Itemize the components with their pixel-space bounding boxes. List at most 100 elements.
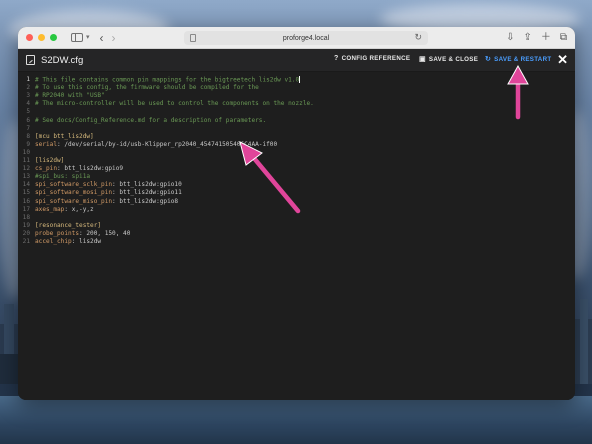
download-icon[interactable]: ⇩	[506, 32, 514, 44]
page-icon	[190, 34, 196, 42]
line-number: 20	[22, 229, 30, 237]
line-number: 19	[22, 221, 30, 229]
line-number: 21	[22, 238, 30, 245]
code-text: axes_map: x,-y,z	[35, 205, 94, 213]
code-text: # The micro-controller will be used to c…	[35, 100, 314, 108]
code-line[interactable]: 9 serial: /dev/serial/by-id/usb-Klipper_r…	[18, 141, 558, 149]
line-number: 4	[26, 100, 30, 108]
new-tab-icon[interactable]: ＋	[541, 32, 551, 44]
line-number: 6	[26, 116, 30, 124]
config-value: btt_lis2dw:gpio11	[115, 189, 182, 197]
tab-overview-icon[interactable]: ⧉	[560, 32, 567, 44]
code-text: # To use this config, the firmware shoul…	[35, 84, 259, 92]
minimize-window-button[interactable]	[38, 34, 45, 41]
line-number: 7	[26, 124, 30, 132]
code-text: #spi_bus: spi1a	[35, 173, 91, 181]
config-value: btt_lis2dw:gpio9	[60, 165, 124, 173]
config-key: spi_software_miso_pin	[35, 197, 113, 205]
line-number: 16	[22, 197, 30, 205]
code-text: serial: /dev/serial/by-id/usb-Klipper_rp…	[35, 140, 278, 148]
line-number: 1	[26, 76, 30, 83]
editor-header: S2DW.cfg ? CONFIG REFERENCE ▣ SAVE & CLO…	[18, 49, 575, 72]
config-key: axes_map	[35, 205, 65, 213]
config-value: btt_lis2dw:gpio8	[115, 197, 179, 205]
code-line[interactable]: 12 cs_pin: btt_lis2dw:gpio9	[18, 165, 558, 173]
config-key: spi_software_sclk_pin	[35, 181, 113, 189]
zoom-window-button[interactable]	[50, 34, 57, 41]
code-text: spi_software_miso_pin: btt_lis2dw:gpio8	[35, 197, 179, 205]
close-window-button[interactable]	[26, 34, 33, 41]
window-controls	[26, 34, 57, 41]
code-line[interactable]: 13 #spi_bus: spi1a	[18, 173, 558, 181]
line-number: 8	[26, 132, 30, 140]
code-line[interactable]: 5	[18, 108, 558, 116]
browser-window: ▾ ‹ › proforge4.local ↻ ⇩ ⇪ ＋ ⧉ S2DW.cfg…	[18, 27, 575, 400]
address-bar[interactable]: proforge4.local ↻	[184, 31, 428, 45]
code-line[interactable]: 18	[18, 214, 558, 222]
back-arrow-icon[interactable]: ‹	[100, 31, 104, 45]
text-cursor	[299, 76, 301, 83]
code-line[interactable]: 7	[18, 125, 558, 133]
share-icon[interactable]: ⇪	[523, 32, 531, 44]
browser-toolbar: ▾ ‹ › proforge4.local ↻ ⇩ ⇪ ＋ ⧉	[18, 27, 575, 49]
line-number: 11	[22, 157, 30, 164]
code-line[interactable]: 15 spi_software_mosi_pin: btt_lis2dw:gpio…	[18, 189, 558, 197]
code-line[interactable]: 3 # RP2040 with "USB"	[18, 92, 558, 100]
code-text: [resonance_tester]	[35, 221, 102, 229]
reload-icon[interactable]: ↻	[414, 32, 422, 43]
config-value: x,-y,z	[68, 205, 94, 213]
code-line[interactable]: 19 [resonance_tester]	[18, 222, 558, 230]
code-text: [lis2dw]	[35, 157, 65, 164]
config-value: /dev/serial/by-id/usb-Klipper_rp2040_454…	[60, 140, 278, 148]
code-line[interactable]: 21 accel_chip: lis2dw	[18, 238, 558, 246]
save-close-label: SAVE & CLOSE	[428, 55, 479, 63]
code-text: [mcu btt_lis2dw]	[35, 132, 94, 140]
code-line[interactable]: 6 # See docs/Config_Reference.md for a de…	[18, 117, 558, 125]
code-text: probe_points: 200, 150, 40	[35, 229, 131, 237]
forward-arrow-icon[interactable]: ›	[112, 31, 116, 45]
save-restart-label: SAVE & RESTART	[494, 55, 552, 63]
close-editor-icon[interactable]: ✕	[557, 52, 568, 68]
code-line[interactable]: 14 spi_software_sclk_pin: btt_lis2dw:gpio…	[18, 181, 558, 189]
address-url: proforge4.local	[282, 34, 330, 42]
config-reference-button[interactable]: ? CONFIG REFERENCE	[334, 55, 410, 62]
code-line[interactable]: 4 # The micro-controller will be used to …	[18, 100, 558, 108]
file-edit-icon	[26, 55, 35, 65]
code-text: accel_chip: lis2dw	[35, 238, 102, 245]
code-line[interactable]: 1 # This file contains common pin mapping…	[18, 76, 558, 84]
code-text: cs_pin: btt_lis2dw:gpio9	[35, 165, 124, 173]
config-value: lis2dw	[75, 238, 102, 245]
code-text: # See docs/Config_Reference.md for a des…	[35, 116, 267, 124]
browser-toolbar-actions: ⇩ ⇪ ＋ ⧉	[506, 32, 567, 44]
config-value: 200, 150, 40	[82, 229, 131, 237]
config-key: accel_chip	[35, 238, 72, 245]
config-key: cs_pin	[35, 165, 58, 173]
line-number: 17	[22, 205, 30, 213]
save-restart-button[interactable]: ↻ SAVE & RESTART	[485, 55, 552, 64]
code-line[interactable]: 11 [lis2dw]	[18, 157, 558, 165]
sidebar-toggle-icon[interactable]	[71, 33, 83, 42]
save-icon: ▣	[419, 56, 426, 63]
code-line[interactable]: 17 axes_map: x,-y,z	[18, 206, 558, 214]
code-editor[interactable]: 1 # This file contains common pin mapping…	[18, 72, 575, 400]
config-key: spi_software_mosi_pin	[35, 189, 113, 197]
code-text: # RP2040 with "USB"	[35, 92, 105, 100]
code-text: spi_software_mosi_pin: btt_lis2dw:gpio11	[35, 189, 182, 197]
file-name: S2DW.cfg	[41, 54, 84, 66]
code-line[interactable]: 2 # To use this config, the firmware shou…	[18, 84, 558, 92]
line-number: 5	[26, 108, 30, 116]
config-reference-label: CONFIG REFERENCE	[341, 55, 411, 62]
line-number: 13	[22, 173, 30, 181]
line-number: 9	[26, 140, 30, 148]
chevron-down-icon[interactable]: ▾	[86, 33, 90, 43]
config-key: serial	[35, 140, 58, 148]
code-line[interactable]: 20 probe_points: 200, 150, 40	[18, 230, 558, 238]
restart-icon: ↻	[485, 56, 492, 63]
line-number: 2	[26, 84, 30, 92]
line-number: 3	[26, 92, 30, 100]
help-icon: ?	[334, 55, 339, 62]
code-line[interactable]: 10	[18, 149, 558, 157]
save-close-button[interactable]: ▣ SAVE & CLOSE	[419, 55, 479, 64]
code-line[interactable]: 16 spi_software_miso_pin: btt_lis2dw:gpio…	[18, 198, 558, 206]
code-line[interactable]: 8 [mcu btt_lis2dw]	[18, 133, 558, 141]
